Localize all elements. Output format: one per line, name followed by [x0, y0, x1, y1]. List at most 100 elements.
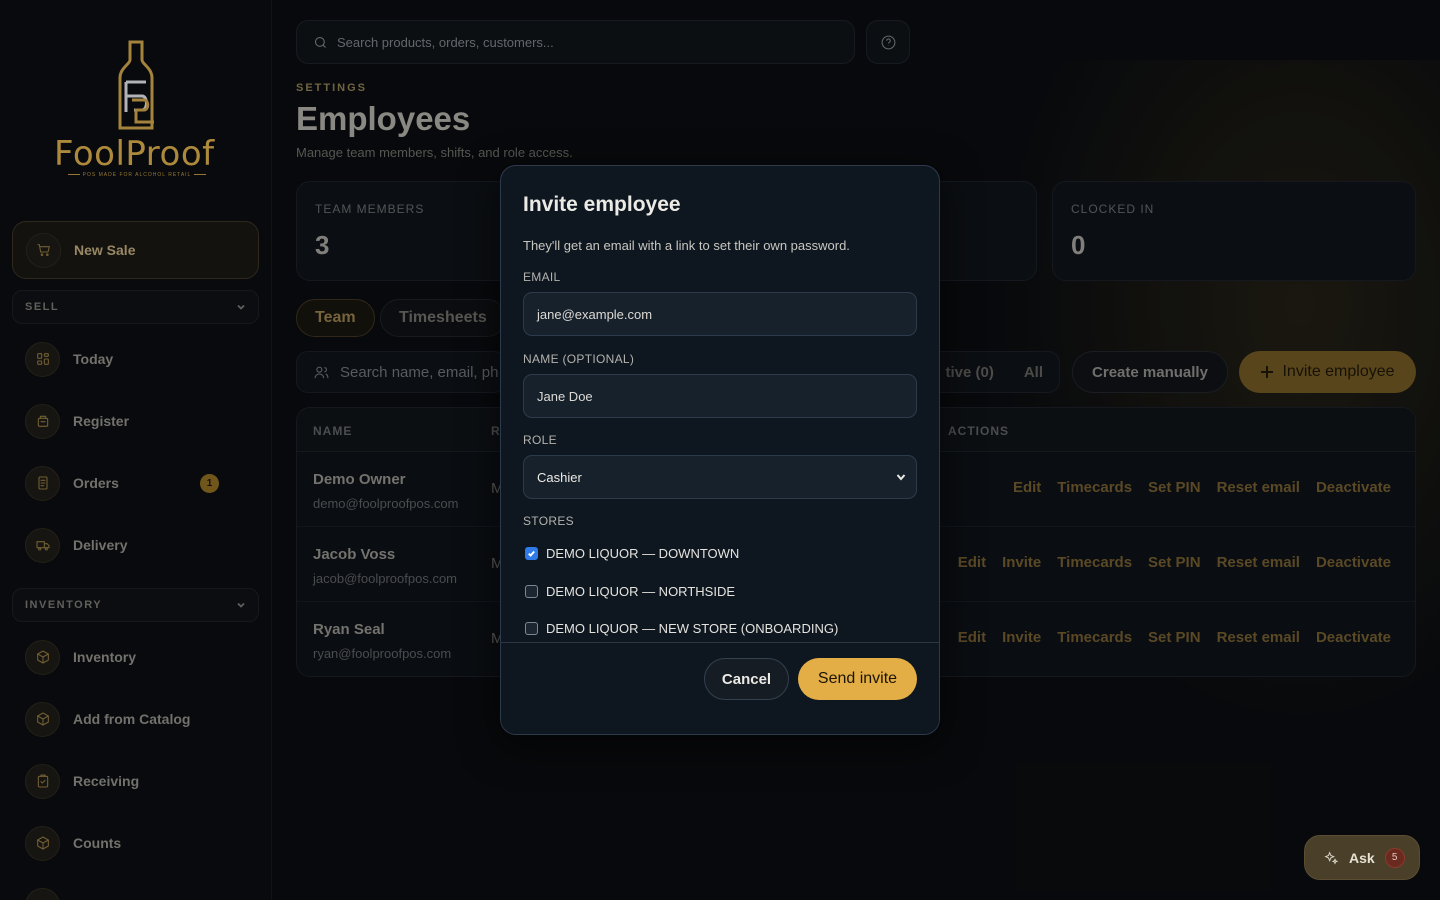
cancel-button[interactable]: Cancel	[704, 658, 789, 700]
row-actions: Edit Invite Timecards Set PIN Reset emai…	[958, 554, 1391, 571]
register-icon	[25, 403, 60, 439]
store-checkbox-downtown[interactable]: DEMO LIQUOR — DOWNTOWN	[525, 546, 739, 561]
box-icon	[25, 825, 60, 861]
section-inventory-toggle[interactable]: INVENTORY	[12, 588, 259, 622]
sidebar-item-inventory[interactable]: Inventory	[25, 637, 249, 677]
ask-count-badge: 5	[1384, 847, 1405, 868]
section-sell-toggle[interactable]: SELL	[12, 290, 259, 324]
timecards-link[interactable]: Timecards	[1057, 629, 1132, 646]
sidebar-item-receiving[interactable]: Receiving	[25, 761, 249, 801]
global-search-input[interactable]: Search products, orders, customers...	[296, 20, 855, 64]
deactivate-link[interactable]: Deactivate	[1316, 479, 1391, 496]
edit-link[interactable]: Edit	[958, 629, 986, 646]
store-label: DEMO LIQUOR — DOWNTOWN	[546, 546, 740, 561]
chevron-down-icon	[237, 304, 245, 310]
truck-icon	[25, 527, 60, 563]
orders-count-badge: 1	[200, 474, 219, 493]
reset-email-link[interactable]: Reset email	[1217, 629, 1300, 646]
column-header-name: NAME	[313, 424, 353, 438]
store-checkbox-northside[interactable]: DEMO LIQUOR — NORTHSIDE	[525, 584, 735, 599]
ask-assistant-button[interactable]: Ask 5	[1304, 835, 1420, 880]
sidebar: FoolProof POS MADE FOR ALCOHOL RETAIL Ne…	[0, 0, 272, 900]
employee-search-placeholder: Search name, email, ph	[340, 363, 499, 381]
reset-email-link[interactable]: Reset email	[1217, 554, 1300, 571]
name-field[interactable]: Jane Doe	[523, 374, 917, 418]
set-pin-link[interactable]: Set PIN	[1148, 554, 1201, 571]
store-checkbox-new-store[interactable]: DEMO LIQUOR — NEW STORE (ONBOARDING)	[525, 621, 838, 636]
foolproof-logo[interactable]: FoolProof POS MADE FOR ALCOHOL RETAIL	[50, 38, 222, 183]
email-field[interactable]: jane@example.com	[523, 292, 917, 336]
sidebar-item-register[interactable]: Register	[25, 401, 249, 441]
receipt-icon	[25, 465, 60, 501]
clipboard-icon	[25, 763, 60, 799]
column-header-actions: ACTIONS	[948, 424, 1009, 438]
dialog-title: Invite employee	[523, 193, 681, 216]
name-label: NAME (OPTIONAL)	[523, 352, 635, 366]
search-placeholder: Search products, orders, customers...	[337, 34, 554, 50]
new-sale-label: New Sale	[74, 242, 136, 258]
timecards-link[interactable]: Timecards	[1057, 479, 1132, 496]
box-icon	[25, 639, 60, 675]
row-actions: Edit Invite Timecards Set PIN Reset emai…	[958, 629, 1391, 646]
help-button[interactable]	[866, 20, 910, 64]
edit-link[interactable]: Edit	[958, 554, 986, 571]
send-invite-button[interactable]: Send invite	[798, 658, 917, 700]
store-label: DEMO LIQUOR — NEW STORE (ONBOARDING)	[546, 621, 839, 636]
stores-label: STORES	[523, 514, 574, 528]
stat-label: TEAM MEMBERS	[315, 202, 425, 216]
new-sale-button[interactable]: New Sale	[12, 221, 259, 279]
deactivate-link[interactable]: Deactivate	[1316, 629, 1391, 646]
sidebar-item-today[interactable]: Today	[25, 339, 249, 379]
row-actions: Edit Timecards Set PIN Reset email Deact…	[1013, 479, 1391, 496]
employee-search-input[interactable]: Search name, email, ph	[296, 351, 506, 393]
checkbox-checked-icon	[525, 547, 538, 560]
stat-label: CLOCKED IN	[1071, 202, 1155, 216]
invite-link[interactable]: Invite	[1002, 629, 1041, 646]
invite-employee-dialog: Invite employee They'll get an email wit…	[500, 165, 940, 735]
set-pin-link[interactable]: Set PIN	[1148, 479, 1201, 496]
sidebar-item-orders[interactable]: Orders 1	[25, 463, 249, 503]
invite-employee-button[interactable]: Invite employee	[1239, 351, 1416, 393]
sidebar-item-label: Receiving	[73, 773, 140, 789]
employee-email: demo@foolproofpos.com	[313, 496, 459, 511]
page-subtitle: Manage team members, shifts, and role ac…	[296, 145, 573, 160]
grid-icon	[25, 341, 60, 377]
role-select[interactable]: Cashier	[523, 455, 917, 499]
deactivate-link[interactable]: Deactivate	[1316, 554, 1391, 571]
set-pin-link[interactable]: Set PIN	[1148, 629, 1201, 646]
sidebar-item-label: Inventory	[73, 649, 137, 665]
invite-link[interactable]: Invite	[1002, 554, 1041, 571]
reset-email-link[interactable]: Reset email	[1217, 479, 1300, 496]
sidebar-item-delivery[interactable]: Delivery	[25, 525, 249, 565]
section-label: INVENTORY	[25, 599, 103, 611]
sidebar-item-label: Delivery	[73, 537, 128, 553]
create-manually-button[interactable]: Create manually	[1072, 351, 1228, 393]
stat-clocked-in: CLOCKED IN 0	[1052, 181, 1416, 281]
box-icon	[25, 887, 60, 900]
sidebar-item-label: Today	[73, 351, 114, 367]
segment-inactive[interactable]: tive (0)	[945, 364, 993, 381]
sidebar-item-counts[interactable]: Counts	[25, 823, 249, 863]
ask-label: Ask	[1349, 849, 1375, 866]
edit-link[interactable]: Edit	[1013, 479, 1041, 496]
tab-team[interactable]: Team	[296, 299, 375, 337]
sidebar-item-more[interactable]	[25, 885, 249, 900]
plus-icon	[1261, 366, 1274, 378]
role-label: ROLE	[523, 433, 557, 447]
stat-value: 3	[315, 230, 330, 260]
page-eyebrow: SETTINGS	[296, 82, 368, 94]
employee-email: ryan@foolproofpos.com	[313, 646, 452, 661]
dialog-footer: Cancel Send invite	[501, 642, 939, 734]
email-label: EMAIL	[523, 270, 561, 284]
segment-all[interactable]: All	[1024, 364, 1043, 381]
sidebar-item-add-from-catalog[interactable]: Add from Catalog	[25, 699, 249, 739]
sidebar-item-label: Add from Catalog	[73, 711, 191, 727]
timecards-link[interactable]: Timecards	[1057, 554, 1132, 571]
search-icon	[314, 36, 326, 48]
box-icon	[25, 701, 60, 737]
invite-employee-label: Invite employee	[1282, 363, 1395, 380]
page-title: Employees	[296, 100, 471, 137]
brand-tagline: POS MADE FOR ALCOHOL RETAIL	[58, 172, 216, 178]
sparkles-icon	[1324, 850, 1339, 865]
tab-timesheets[interactable]: Timesheets	[380, 299, 506, 337]
